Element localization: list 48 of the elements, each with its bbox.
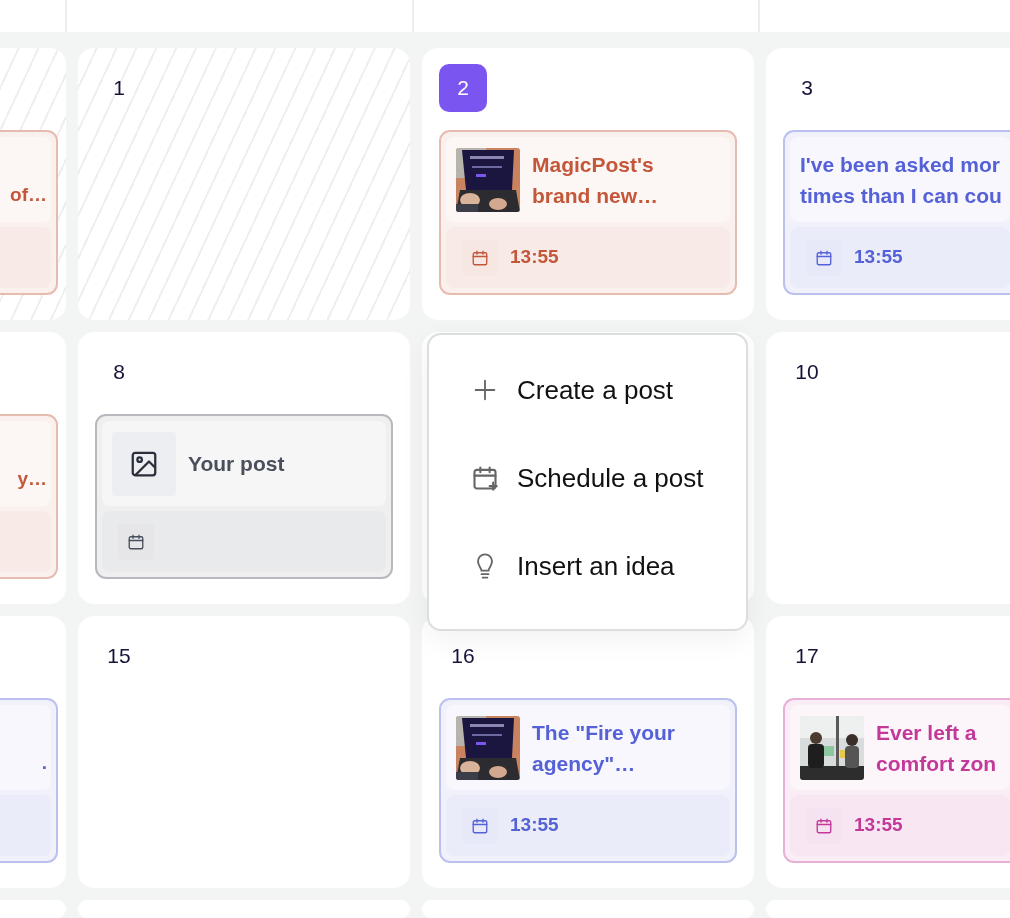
- post-card[interactable]: of…: [0, 130, 58, 295]
- post-title: MagicPost's brand new…: [532, 151, 658, 209]
- calendar-plus-icon: [471, 464, 499, 492]
- post-card[interactable]: y…: [0, 414, 58, 579]
- calendar-icon: [462, 239, 498, 276]
- post-card[interactable]: .: [0, 698, 58, 863]
- day-cell[interactable]: 3 I've been asked mor times than I can cou 13:55: [766, 48, 1010, 320]
- day-number: 10: [794, 359, 820, 386]
- calendar-icon: [806, 807, 842, 844]
- day-cell[interactable]: 2 MagicPost's brand new… 13:55: [422, 48, 754, 320]
- day-cell[interactable]: 15: [78, 616, 410, 888]
- post-card[interactable]: The "Fire your agency"… 13:55: [439, 698, 737, 863]
- post-title: Ever left a comfort zon: [876, 719, 997, 777]
- post-title: Your post: [188, 451, 285, 477]
- menu-item[interactable]: Schedule a post: [471, 453, 746, 503]
- day-number: 8: [112, 359, 126, 386]
- menu-item[interactable]: Insert an idea: [471, 541, 746, 591]
- post-title: of…: [10, 183, 47, 207]
- day-cell[interactable]: of…: [0, 48, 66, 320]
- menu-item[interactable]: Create a post: [471, 365, 746, 415]
- calendar-icon: [806, 239, 842, 276]
- post-time: 13:55: [854, 245, 903, 270]
- post-card[interactable]: Ever left a comfort zon 13:55: [783, 698, 1010, 863]
- day-cell[interactable]: 10: [766, 332, 1010, 604]
- post-card[interactable]: I've been asked mor times than I can cou 13:55: [783, 130, 1010, 295]
- post-title: .: [41, 751, 47, 775]
- day-cell[interactable]: 8 Your post: [78, 332, 410, 604]
- day-cell[interactable]: y…: [0, 332, 66, 604]
- day-number: 15: [106, 643, 132, 670]
- calendar-icon: [462, 807, 498, 844]
- day-number: 2: [439, 64, 487, 112]
- day-number: 16: [450, 643, 476, 670]
- post-time: 13:55: [854, 813, 903, 838]
- post-title: The "Fire your agency"…: [532, 719, 675, 777]
- post-time: 13:55: [510, 813, 559, 838]
- post-time: 13:55: [510, 245, 559, 270]
- day-number: 17: [794, 643, 820, 670]
- calendar-icon: [118, 523, 154, 560]
- day-number: 3: [800, 75, 814, 102]
- post-title: y…: [17, 467, 47, 491]
- post-card[interactable]: MagicPost's brand new… 13:55: [439, 130, 737, 295]
- day-number: 1: [112, 75, 126, 102]
- day-cell[interactable]: .: [0, 616, 66, 888]
- post-title: I've been asked mor times than I can cou: [800, 151, 1002, 209]
- post-card[interactable]: Your post: [95, 414, 393, 579]
- day-cell[interactable]: 17 Ever left a comfort zon 13:55: [766, 616, 1010, 888]
- day-cell[interactable]: 1: [78, 48, 410, 320]
- image-placeholder: [112, 431, 176, 496]
